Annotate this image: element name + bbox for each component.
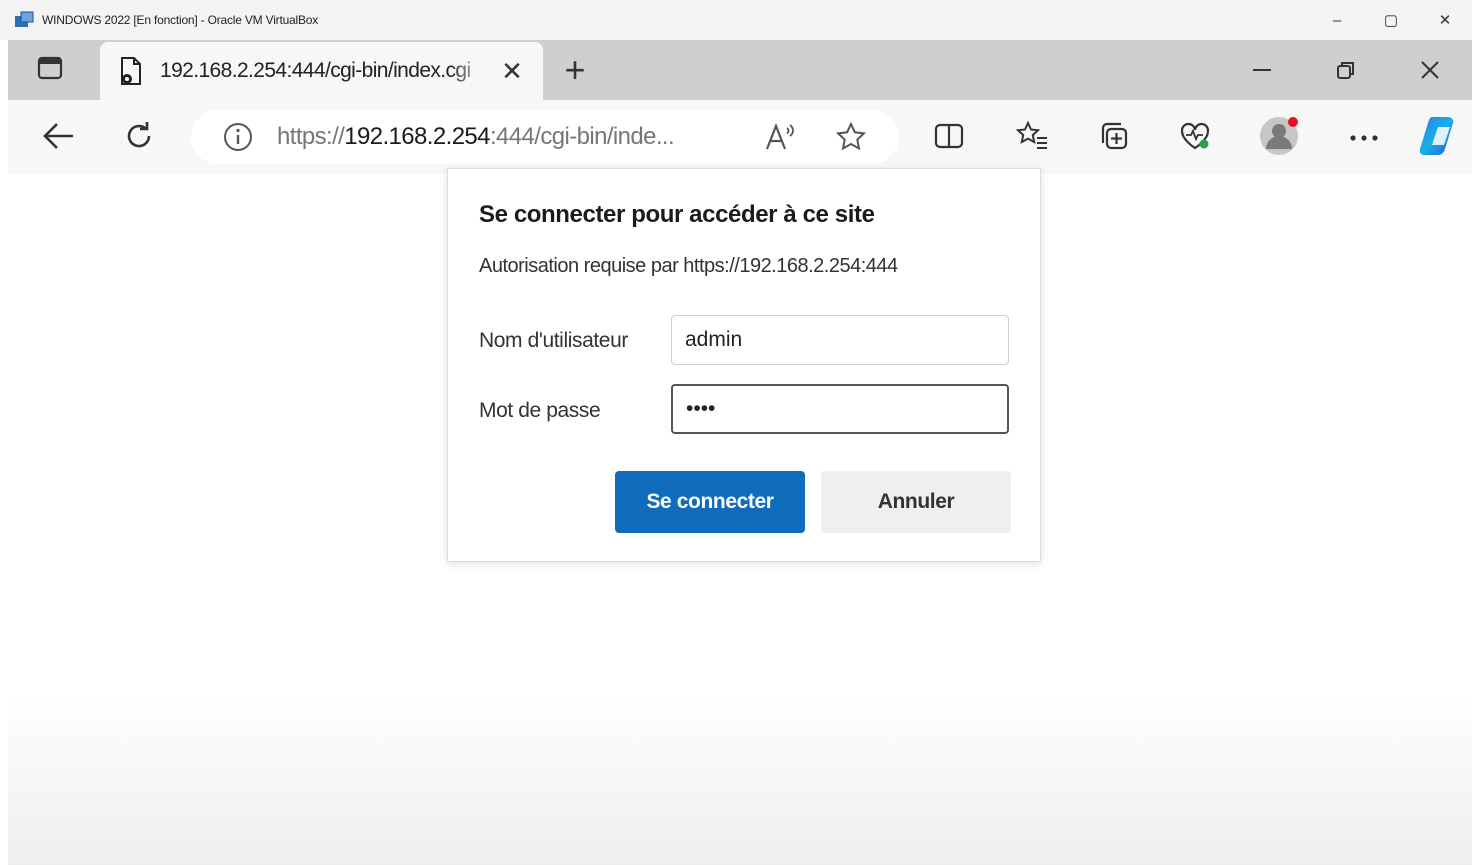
sign-in-button[interactable]: Se connecter [615, 471, 805, 533]
browser-close-button[interactable] [1388, 40, 1472, 100]
password-label: Mot de passe [479, 399, 601, 422]
copilot-button[interactable] [1418, 115, 1464, 161]
tab-close-button[interactable]: ✕ [497, 56, 527, 86]
url-rest: :444/cgi-bin/inde... [489, 123, 675, 150]
dialog-title: Se connecter pour accéder à ce site [479, 201, 875, 228]
page-favicon-icon [118, 56, 144, 86]
profile-icon [1257, 114, 1301, 163]
vm-maximize-button[interactable]: ▢ [1364, 0, 1418, 40]
split-screen-button[interactable] [926, 115, 972, 161]
tab-actions-icon [36, 54, 64, 87]
address-url[interactable]: https://192.168.2.254:444/cgi-bin/inde..… [277, 123, 675, 151]
dialog-subtitle: Autorisation requise par https://192.168… [479, 255, 898, 277]
virtualbox-logo-icon [14, 11, 36, 29]
vm-window-title: WINDOWS 2022 [En fonction] - Oracle VM V… [42, 13, 319, 27]
copilot-icon [1418, 113, 1464, 164]
vm-titlebar: WINDOWS 2022 [En fonction] - Oracle VM V… [0, 0, 1472, 40]
read-aloud-icon[interactable] [759, 115, 803, 159]
browser-essentials-button[interactable] [1172, 115, 1218, 161]
url-scheme: https:// [277, 123, 345, 150]
cancel-button[interactable]: Annuler [821, 471, 1011, 533]
browser-toolbar: https://192.168.2.254:444/cgi-bin/inde..… [8, 100, 1472, 174]
tab-title: 192.168.2.254:444/cgi-bin/index.cgi [160, 59, 471, 82]
favorites-button[interactable] [1009, 115, 1055, 161]
vm-close-button[interactable]: ✕ [1418, 0, 1472, 40]
address-bar[interactable]: https://192.168.2.254:444/cgi-bin/inde..… [191, 110, 899, 164]
tab-actions-button[interactable] [8, 40, 92, 100]
back-icon [41, 121, 75, 156]
password-input[interactable] [671, 384, 1009, 434]
favorite-star-icon[interactable] [829, 115, 873, 159]
username-label: Nom d'utilisateur [479, 329, 628, 352]
back-button[interactable] [35, 115, 81, 161]
vm-minimize-button[interactable]: – [1310, 0, 1364, 40]
refresh-button[interactable] [116, 115, 162, 161]
url-host: 192.168.2.254 [344, 123, 490, 150]
split-screen-icon [933, 121, 965, 156]
browser-minimize-button[interactable] [1220, 40, 1304, 100]
collections-icon [1097, 119, 1131, 158]
more-icon [1349, 129, 1379, 147]
browser-tab[interactable]: 192.168.2.254:444/cgi-bin/index.cgi ✕ [100, 42, 543, 100]
info-icon[interactable] [221, 120, 255, 154]
username-input[interactable] [671, 315, 1009, 365]
new-tab-button[interactable]: + [553, 49, 597, 90]
auth-dialog: Se connecter pour accéder à ce site Auto… [447, 168, 1041, 562]
profile-button[interactable] [1256, 115, 1302, 161]
browser-restore-button[interactable] [1304, 40, 1388, 100]
collections-button[interactable] [1091, 115, 1137, 161]
favorites-icon [1015, 120, 1049, 157]
more-options-button[interactable] [1341, 115, 1387, 161]
tab-strip: 192.168.2.254:444/cgi-bin/index.cgi ✕ + [8, 40, 1472, 100]
browser-essentials-icon [1178, 120, 1212, 157]
refresh-icon [122, 119, 156, 158]
